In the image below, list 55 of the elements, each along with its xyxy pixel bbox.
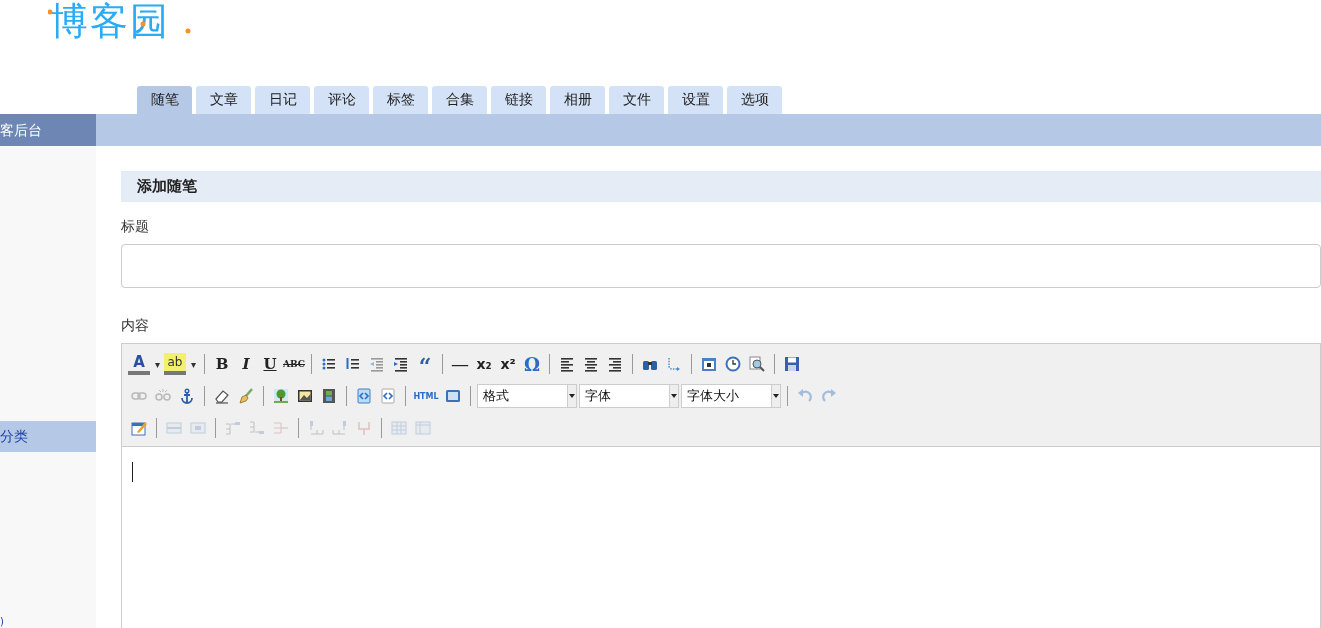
dropdown-caret[interactable]: ▾ <box>152 358 162 370</box>
sidebar-header: 客后台 <box>0 114 96 146</box>
nav-tab[interactable]: 评论 <box>314 86 369 114</box>
nav-tab[interactable]: 选项 <box>727 86 782 114</box>
strikethrough-button[interactable]: ABC <box>283 353 305 375</box>
brush-icon[interactable] <box>238 388 254 404</box>
sidebar-text[interactable]: ) <box>0 616 96 628</box>
preview-icon[interactable] <box>749 356 765 372</box>
field-label: 标题 <box>121 218 150 236</box>
font-color-button[interactable]: A <box>128 353 150 375</box>
nav-tab[interactable]: 随笔 <box>137 86 192 114</box>
section-title: 添加随笔 <box>121 171 1321 202</box>
blockquote-button[interactable]: “ <box>414 353 436 375</box>
subscript-button[interactable]: x₂ <box>473 353 495 375</box>
film-icon[interactable] <box>321 388 337 404</box>
nav-tab[interactable]: 文章 <box>196 86 251 114</box>
align-left-icon[interactable] <box>559 356 575 372</box>
code-page-icon[interactable] <box>356 388 372 404</box>
nav-tab[interactable]: 设置 <box>668 86 723 114</box>
special-character-button[interactable]: Ω <box>521 353 543 375</box>
image-icon[interactable] <box>297 388 313 404</box>
anchor-icon[interactable] <box>179 388 195 404</box>
table-edit-icon[interactable] <box>131 420 147 436</box>
nav-tab[interactable]: 日记 <box>255 86 310 114</box>
nav-tab[interactable]: 文件 <box>609 86 664 114</box>
format-select[interactable]: 格式 <box>477 384 577 408</box>
numbered-list-icon[interactable] <box>345 356 361 372</box>
title-input[interactable] <box>121 244 1321 288</box>
underline-button[interactable]: U <box>259 353 281 375</box>
field-label: 内容 <box>121 317 150 335</box>
dropdown-caret[interactable]: ▾ <box>188 358 198 370</box>
align-right-icon[interactable] <box>607 356 623 372</box>
clock-icon[interactable] <box>725 356 741 372</box>
highlight-button[interactable]: ab <box>164 353 186 375</box>
font-select[interactable]: 字体 <box>579 384 679 408</box>
eraser-icon[interactable] <box>214 388 230 404</box>
nav-tab[interactable]: 相册 <box>550 86 605 114</box>
nav-tab[interactable]: 链接 <box>491 86 546 114</box>
align-center-icon[interactable] <box>583 356 599 372</box>
horizontal-rule-button[interactable]: — <box>449 353 471 375</box>
rich-text-editor[interactable]: A ▾ ab ▾ B I U ABC “ — x₂ x² Ω HTML 格式 字体 字体大小 <box>121 343 1321 628</box>
italic-button[interactable]: I <box>235 353 257 375</box>
font-size-select[interactable]: 字体大小 <box>681 384 781 408</box>
sidebar-section[interactable]: 分类 <box>0 421 96 452</box>
bullet-list-icon[interactable] <box>321 356 337 372</box>
text-cursor <box>132 462 133 482</box>
code-icon[interactable] <box>380 388 396 404</box>
nav-tab[interactable]: 标签 <box>373 86 428 114</box>
superscript-button[interactable]: x² <box>497 353 519 375</box>
nav-tab[interactable]: 合集 <box>432 86 487 114</box>
tree-picture-icon[interactable] <box>273 388 289 404</box>
fullscreen-icon[interactable] <box>445 388 461 404</box>
bold-button[interactable]: B <box>211 353 233 375</box>
html-source-button[interactable]: HTML <box>412 385 440 407</box>
indent-icon[interactable] <box>393 356 409 372</box>
